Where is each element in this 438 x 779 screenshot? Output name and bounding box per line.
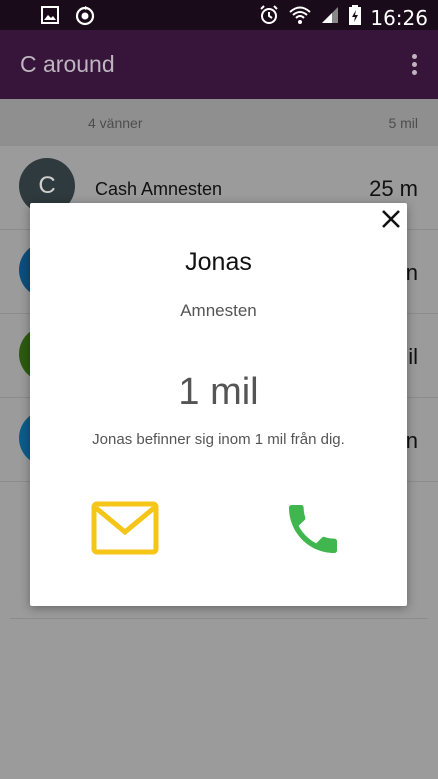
- friend-distance: n: [405, 260, 418, 285]
- dialog-surname: Amnesten: [180, 301, 257, 320]
- dialog-distance: 1 mil: [178, 371, 259, 413]
- dialog-message: Jonas befinner sig inom 1 mil från dig.: [92, 431, 345, 448]
- friend-dialog: Jonas Amnesten 1 mil Jonas befinner sig …: [30, 203, 407, 606]
- image-icon: [40, 5, 60, 32]
- status-time: 16:26: [370, 5, 428, 30]
- sync-icon: [74, 5, 96, 32]
- phone-icon[interactable]: [281, 497, 345, 561]
- alarm-icon: [258, 4, 280, 31]
- status-bar: 16:26: [0, 0, 438, 30]
- dialog-name: Jonas: [185, 248, 252, 276]
- more-vert-icon[interactable]: [412, 54, 418, 78]
- friends-count: 4 vänner: [88, 115, 143, 131]
- friend-distance: n: [405, 428, 418, 453]
- close-icon[interactable]: [379, 207, 403, 231]
- friend-distance: il: [408, 344, 418, 369]
- app-title: C around: [20, 51, 115, 77]
- friend-name: Cash Amnesten: [95, 179, 223, 199]
- signal-icon: [320, 5, 340, 30]
- battery-charging-icon: [348, 4, 362, 31]
- friend-distance: 25 m: [369, 176, 418, 201]
- app-bar: C around: [0, 30, 438, 99]
- wifi-icon: [288, 4, 312, 31]
- friends-summary: 4 vänner 5 mil: [0, 99, 438, 146]
- range-label: 5 mil: [388, 115, 418, 131]
- mail-icon[interactable]: [90, 500, 160, 558]
